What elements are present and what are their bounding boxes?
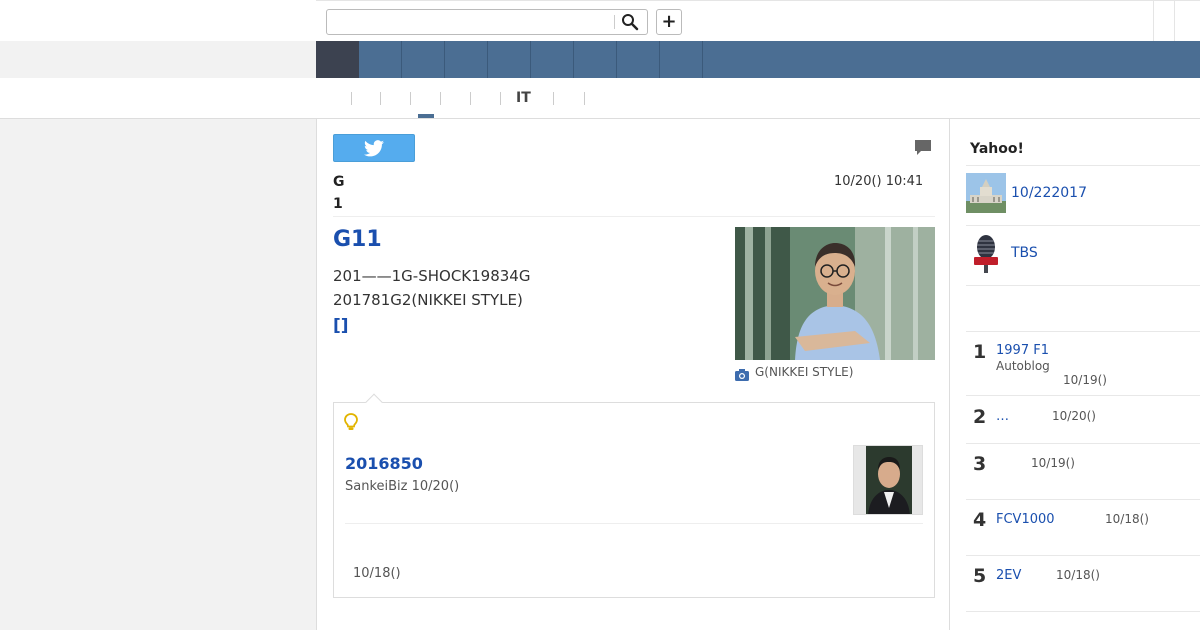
article-divider xyxy=(333,216,935,217)
ranking-number: 5 xyxy=(973,565,987,587)
subnav-separator xyxy=(440,92,441,105)
ranking-number: 4 xyxy=(973,509,987,531)
article-body-line1: 201——1G-SHOCK19834G xyxy=(333,267,531,285)
ranking-number: 2 xyxy=(973,406,987,428)
ranking-item-title[interactable]: 2EV xyxy=(996,568,1021,583)
related-article-title[interactable]: 2016850 xyxy=(345,454,423,473)
sidebar-divider xyxy=(966,499,1200,500)
search-box xyxy=(326,9,648,35)
article-source-line1[interactable]: G xyxy=(333,174,345,190)
ranking-item-title[interactable]: 1997 F1 xyxy=(996,343,1049,358)
related-box-pointer xyxy=(365,393,383,411)
diet-building-thumbnail[interactable] xyxy=(966,173,1006,213)
nav-tab[interactable] xyxy=(531,41,574,78)
ranking-item-date: 10/18() xyxy=(1105,512,1149,526)
related-article-meta: SankeiBiz 10/20() xyxy=(345,479,460,494)
ranking-item-date: 10/18() xyxy=(1056,568,1100,582)
add-button[interactable]: + xyxy=(656,9,682,35)
nav-tab[interactable] xyxy=(359,41,402,78)
search-icon[interactable] xyxy=(621,13,641,31)
nav-tab[interactable] xyxy=(574,41,617,78)
ranking-number: 3 xyxy=(973,453,987,475)
header-divider xyxy=(1153,1,1154,42)
nav-tab[interactable] xyxy=(488,41,531,78)
subnav-separator xyxy=(380,92,381,105)
sidebar-divider xyxy=(966,395,1200,396)
sidebar-divider xyxy=(966,555,1200,556)
site-header: + xyxy=(0,0,1200,42)
news-microphone-thumbnail[interactable] xyxy=(966,233,1006,273)
nav-tab[interactable] xyxy=(617,41,660,78)
nav-tab[interactable] xyxy=(660,41,703,78)
sidebar-divider xyxy=(966,165,1200,166)
nav-home-tab[interactable] xyxy=(316,41,359,78)
article-photo[interactable] xyxy=(735,227,935,360)
subnav-separator xyxy=(500,92,501,105)
right-sidebar: Yahoo! 10/222017 TBS 1 1997 F1 Autoblog xyxy=(950,119,1200,630)
sidebar-divider xyxy=(966,443,1200,444)
nav-tab[interactable] xyxy=(402,41,445,78)
article-headline[interactable]: G11 xyxy=(333,227,382,252)
subnav-separator xyxy=(584,92,585,105)
ranking-item-source: Autoblog xyxy=(996,359,1050,373)
subnav-separator xyxy=(410,92,411,105)
article-source-line2: 1 xyxy=(333,196,343,212)
ranking-item-title[interactable]: … xyxy=(996,409,1009,424)
twitter-share-button[interactable] xyxy=(333,134,415,162)
nav-tab[interactable] xyxy=(445,41,488,78)
lightbulb-icon xyxy=(344,413,358,435)
search-divider xyxy=(614,15,615,29)
subnav-separator xyxy=(470,92,471,105)
subnav-separator xyxy=(351,92,352,105)
category-nav xyxy=(316,41,1200,78)
read-more-link[interactable]: [] xyxy=(333,316,349,336)
sidebar-topic-link[interactable]: TBS xyxy=(1011,245,1038,261)
article-main: G 1 10/20() 10:41 G11 201——1G-SHOCK19834… xyxy=(316,119,950,630)
sidebar-divider xyxy=(966,285,1200,286)
twitter-bird-icon xyxy=(364,140,384,157)
related-divider xyxy=(345,523,923,524)
header-bar: + xyxy=(316,0,1200,42)
ranking-number: 1 xyxy=(973,341,987,363)
ranking-item-title[interactable]: FCV1000 xyxy=(996,512,1055,527)
sidebar-divider xyxy=(966,611,1200,612)
ranking-item-date: 10/19() xyxy=(1063,373,1107,387)
sidebar-topic-link[interactable]: 10/222017 xyxy=(1011,185,1087,201)
header-divider xyxy=(1174,1,1175,42)
photo-caption: G(NIKKEI STYLE) xyxy=(755,365,854,379)
search-input[interactable] xyxy=(331,12,611,32)
related-article-thumbnail[interactable] xyxy=(853,445,923,515)
ranking-item-date: 10/20() xyxy=(1052,409,1096,423)
comment-icon[interactable] xyxy=(914,139,932,160)
subnav-active-indicator xyxy=(418,114,434,118)
subnav-item-it[interactable]: IT xyxy=(516,90,531,106)
ranking-item-date: 10/19() xyxy=(1031,456,1075,470)
sidebar-divider xyxy=(966,331,1200,332)
article-datetime: 10/20() 10:41 xyxy=(834,174,924,189)
subnav-separator xyxy=(553,92,554,105)
related-articles-box: 2016850 SankeiBiz 10/20() 10/18() xyxy=(333,393,935,598)
camera-icon xyxy=(735,366,749,385)
sidebar-heading: Yahoo! xyxy=(970,141,1024,157)
related-article-date: 10/18() xyxy=(353,566,401,581)
sidebar-divider xyxy=(966,225,1200,226)
article-body-line2: 201781G2(NIKKEI STYLE) xyxy=(333,291,523,309)
sub-category-nav: IT xyxy=(0,78,1200,119)
